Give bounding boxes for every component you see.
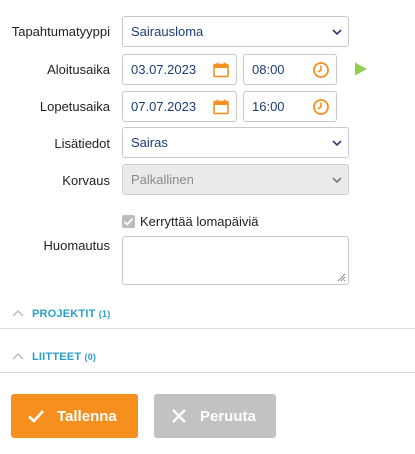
details-select[interactable]: Sairas [122, 127, 349, 158]
chevron-down-icon [332, 28, 342, 35]
start-time-input[interactable]: 08:00 [243, 54, 337, 85]
check-icon [123, 217, 134, 226]
projects-title: PROJEKTIT [32, 308, 96, 320]
calendar-icon[interactable] [212, 61, 230, 79]
end-date-input[interactable]: 07.07.2023 [122, 91, 237, 122]
cancel-button: Peruuta [154, 394, 276, 438]
compensation-label: Korvaus [62, 173, 110, 188]
start-label: Aloitusaika [47, 62, 110, 77]
save-button-label: Tallenna [57, 407, 117, 425]
chevron-down-icon [332, 139, 342, 146]
event-type-value: Sairausloma [131, 24, 204, 39]
note-textarea[interactable] [122, 236, 349, 285]
attachments-title: LIITTEET [32, 351, 82, 363]
compensation-value: Palkallinen [131, 172, 194, 187]
end-time-value: 16:00 [252, 99, 285, 114]
note-label: Huomautus [43, 238, 110, 253]
close-icon [172, 409, 186, 423]
calendar-icon[interactable] [212, 98, 230, 116]
resize-handle-icon[interactable] [336, 272, 346, 282]
start-date-value: 03.07.2023 [131, 62, 197, 77]
save-button[interactable]: Tallenna [11, 394, 138, 438]
clock-icon[interactable] [312, 61, 330, 79]
start-time-value: 08:00 [252, 62, 285, 77]
accrue-checkbox[interactable] [122, 215, 135, 228]
end-label: Lopetusaika [39, 99, 110, 114]
details-label: Lisätiedot [54, 136, 110, 151]
end-date-value: 07.07.2023 [131, 99, 197, 114]
chevron-up-icon [12, 309, 24, 317]
attachments-section[interactable]: LIITTEET (0) [0, 343, 415, 373]
checkmark-icon [28, 410, 44, 423]
compensation-select: Palkallinen [122, 164, 349, 195]
projects-count: (1) [98, 309, 111, 319]
attachments-count: (0) [84, 352, 97, 362]
end-time-input[interactable]: 16:00 [243, 91, 337, 122]
projects-section[interactable]: PROJEKTIT (1) [0, 300, 415, 329]
cancel-button-label: Peruuta [200, 407, 256, 425]
start-date-input[interactable]: 03.07.2023 [122, 54, 237, 85]
chevron-down-icon [332, 176, 342, 183]
chevron-up-icon [12, 352, 24, 360]
accrue-label: Kerryttää lomapäiviä [140, 214, 259, 229]
event-type-label: Tapahtumatyyppi [11, 24, 110, 39]
event-type-select[interactable]: Sairausloma [122, 16, 349, 47]
details-value: Sairas [131, 135, 168, 150]
clock-icon[interactable] [312, 98, 330, 116]
play-icon[interactable] [353, 61, 369, 77]
